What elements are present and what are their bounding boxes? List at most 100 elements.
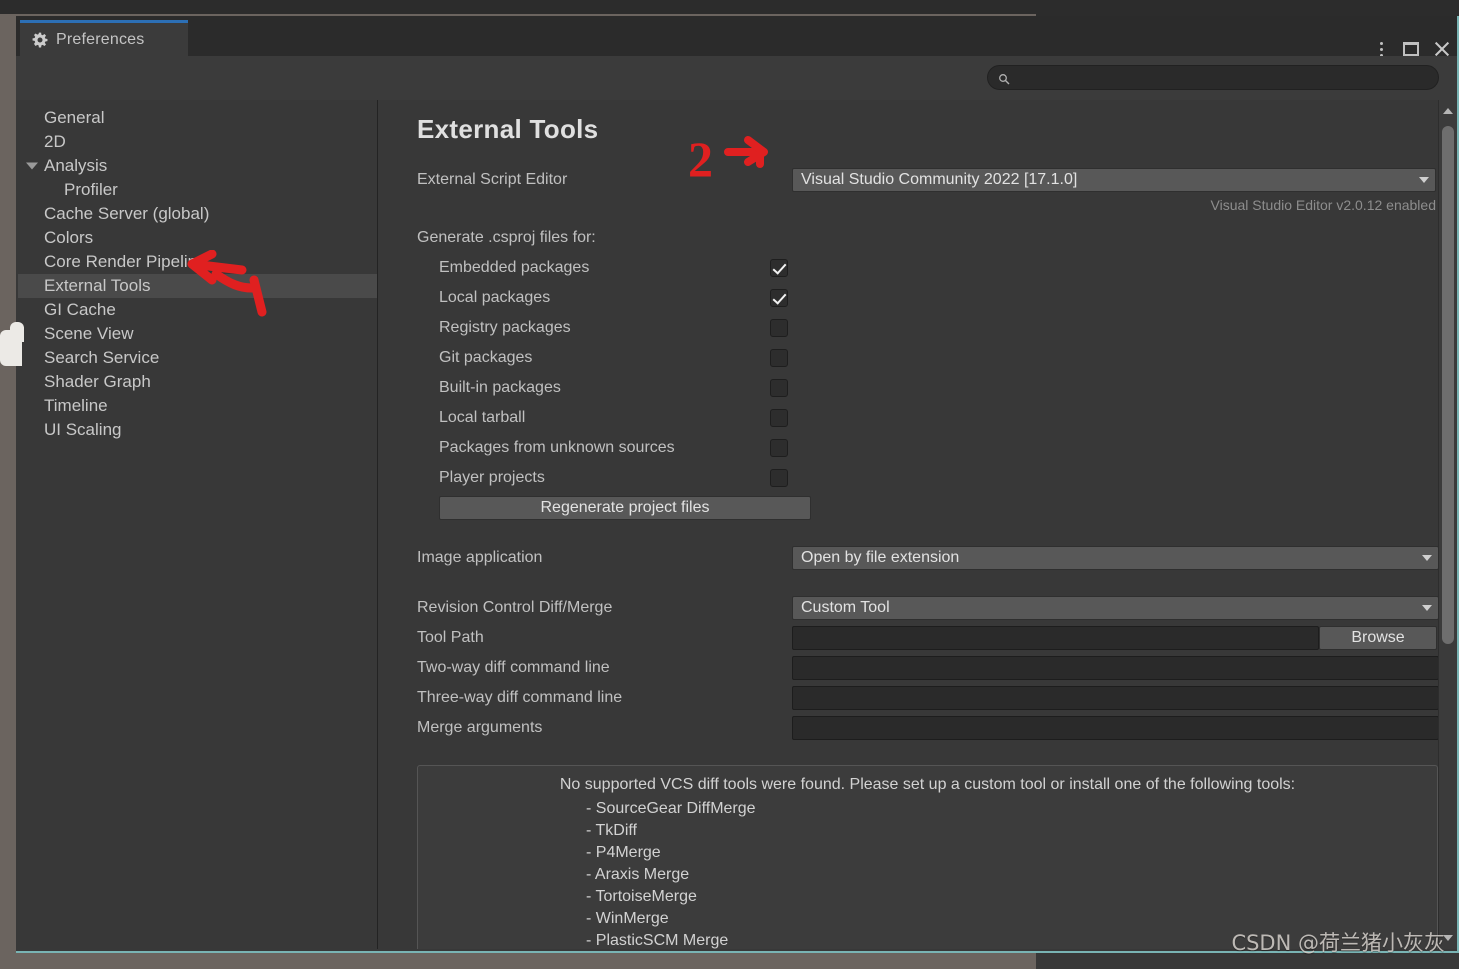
csproj-option-label: Git packages: [439, 349, 533, 366]
scroll-up-arrow-icon[interactable]: [1443, 108, 1453, 114]
sidebar-item-profiler[interactable]: Profiler: [18, 178, 377, 202]
csproj-option-label: Packages from unknown sources: [439, 439, 675, 456]
sidebar-item-analysis[interactable]: Analysis: [18, 154, 377, 178]
script-editor-status: Visual Studio Editor v2.0.12 enabled: [1210, 197, 1436, 213]
sidebar-item-cache-server-global[interactable]: Cache Server (global): [18, 202, 377, 226]
sidebar-item-label: External Tools: [44, 276, 151, 295]
preferences-sidebar: General 2D Analysis Profiler Cache Server (g…: [18, 100, 378, 949]
three-way-diff-input[interactable]: [792, 686, 1439, 710]
sidebar-item-timeline[interactable]: Timeline: [18, 394, 377, 418]
sidebar-item-label: Search Service: [44, 348, 160, 367]
revision-control-label: Revision Control Diff/Merge: [417, 599, 613, 616]
two-way-diff-label: Two-way diff command line: [417, 659, 610, 676]
search-text-input[interactable]: [1018, 69, 1428, 86]
sidebar-item-label: Analysis: [44, 156, 108, 175]
sidebar-item-label: Shader Graph: [44, 372, 151, 391]
image-application-dropdown[interactable]: Open by file extension: [792, 546, 1439, 570]
csproj-option-checkbox[interactable]: [770, 439, 788, 457]
tool-path-label: Tool Path: [417, 629, 484, 646]
vcs-tool-item: - TortoiseMerge: [586, 888, 697, 905]
sidebar-item-general[interactable]: General: [18, 106, 377, 130]
csproj-option-row: Local tarball: [417, 403, 1439, 433]
tool-path-input[interactable]: [792, 626, 1319, 650]
sidebar-item-label: Core Render Pipeline: [44, 252, 207, 271]
sidebar-item-label: 2D: [44, 132, 66, 151]
csproj-option-row: Embedded packages: [417, 253, 1439, 283]
bg-panel-strip: [0, 0, 1036, 14]
tool-path-row: Tool Path Browse: [417, 623, 1439, 653]
csproj-option-label: Local packages: [439, 289, 551, 306]
regenerate-project-files-button[interactable]: Regenerate project files: [439, 496, 811, 520]
csproj-option-checkbox[interactable]: [770, 289, 788, 307]
chevron-down-icon: [1419, 177, 1429, 183]
sidebar-item-search-service[interactable]: Search Service: [18, 346, 377, 370]
vcs-info-box: No supported VCS diff tools were found. …: [417, 765, 1438, 949]
scrollbar-thumb[interactable]: [1442, 126, 1454, 644]
revision-control-value: Custom Tool: [801, 599, 890, 616]
image-application-label: Image application: [417, 549, 543, 566]
sidebar-item-colors[interactable]: Colors: [18, 226, 377, 250]
sidebar-item-label: Cache Server (global): [44, 204, 210, 223]
csproj-option-label: Registry packages: [439, 319, 571, 336]
csproj-option-row: Registry packages: [417, 313, 1439, 343]
csproj-group-label-row: Generate .csproj files for:: [417, 223, 1439, 253]
chevron-down-icon: [1422, 555, 1432, 561]
csproj-option-row: Local packages: [417, 283, 1439, 313]
two-way-diff-input[interactable]: [792, 656, 1439, 680]
page-title: External Tools: [417, 114, 599, 144]
sidebar-item-label: Timeline: [44, 396, 108, 415]
window-tabstrip: Preferences: [16, 16, 1457, 57]
browse-button[interactable]: Browse: [1319, 626, 1437, 650]
revision-control-dropdown[interactable]: Custom Tool: [792, 596, 1439, 620]
sidebar-item-scene-view[interactable]: Scene View: [18, 322, 377, 346]
csproj-option-checkbox[interactable]: [770, 409, 788, 427]
sidebar-item-gi-cache[interactable]: GI Cache: [18, 298, 377, 322]
merge-arguments-row: Merge arguments: [417, 713, 1439, 743]
sidebar-item-label: General: [44, 108, 105, 127]
csproj-option-checkbox[interactable]: [770, 349, 788, 367]
sidebar-item-shader-graph[interactable]: Shader Graph: [18, 370, 377, 394]
tab-preferences[interactable]: Preferences: [20, 20, 188, 56]
vcs-tool-item: - TkDiff: [586, 822, 637, 839]
csproj-option-checkbox[interactable]: [770, 469, 788, 487]
chevron-down-icon[interactable]: [26, 162, 38, 170]
csproj-group-label: Generate .csproj files for:: [417, 229, 596, 246]
csproj-option-row: Player projects: [417, 463, 1439, 493]
sidebar-item-label: Scene View: [44, 324, 134, 343]
sidebar-item-ui-scaling[interactable]: UI Scaling: [18, 418, 377, 442]
csproj-option-row: Packages from unknown sources: [417, 433, 1439, 463]
vcs-info-message: No supported VCS diff tools were found. …: [559, 776, 1296, 793]
image-application-value: Open by file extension: [801, 549, 960, 566]
maximize-icon[interactable]: [1403, 42, 1419, 56]
image-application-row: Image application Open by file extension: [417, 543, 1439, 573]
sidebar-item-label: Colors: [44, 228, 94, 247]
csproj-options-list: Embedded packages Local packages Registry …: [417, 253, 1439, 493]
csproj-option-label: Built-in packages: [439, 379, 561, 396]
csproj-option-checkbox[interactable]: [770, 319, 788, 337]
sidebar-item-core-render-pipeline[interactable]: Core Render Pipeline: [18, 250, 377, 274]
gear-icon: [32, 32, 48, 48]
search-input[interactable]: [987, 65, 1439, 90]
sidebar-item-external-tools[interactable]: External Tools: [18, 274, 377, 298]
sidebar-item-label: GI Cache: [44, 300, 116, 319]
vcs-tool-item: - SourceGear DiffMerge: [586, 800, 756, 817]
merge-arguments-input[interactable]: [792, 716, 1439, 740]
vcs-tool-item: - P4Merge: [586, 844, 661, 861]
external-script-editor-dropdown[interactable]: Visual Studio Community 2022 [17.1.0]: [792, 168, 1436, 192]
csproj-option-label: Embedded packages: [439, 259, 590, 276]
regenerate-row: Regenerate project files: [417, 493, 1439, 523]
revision-control-row: Revision Control Diff/Merge Custom Tool: [417, 593, 1439, 623]
external-script-editor-row: External Script Editor Visual Studio Com…: [417, 165, 1439, 195]
csproj-option-row: Git packages: [417, 343, 1439, 373]
vertical-scrollbar[interactable]: [1438, 100, 1457, 949]
search-row: [16, 56, 1457, 100]
three-way-diff-row: Three-way diff command line: [417, 683, 1439, 713]
tab-label: Preferences: [56, 30, 145, 48]
csproj-option-checkbox[interactable]: [770, 379, 788, 397]
sidebar-item-label: Profiler: [64, 180, 118, 199]
preferences-content: External Tools External Script Editor Vi…: [379, 100, 1457, 949]
sidebar-item-2d[interactable]: 2D: [18, 130, 377, 154]
dock-handle[interactable]: [0, 322, 24, 366]
csproj-option-checkbox[interactable]: [770, 259, 788, 277]
external-script-editor-value: Visual Studio Community 2022 [17.1.0]: [801, 171, 1078, 188]
